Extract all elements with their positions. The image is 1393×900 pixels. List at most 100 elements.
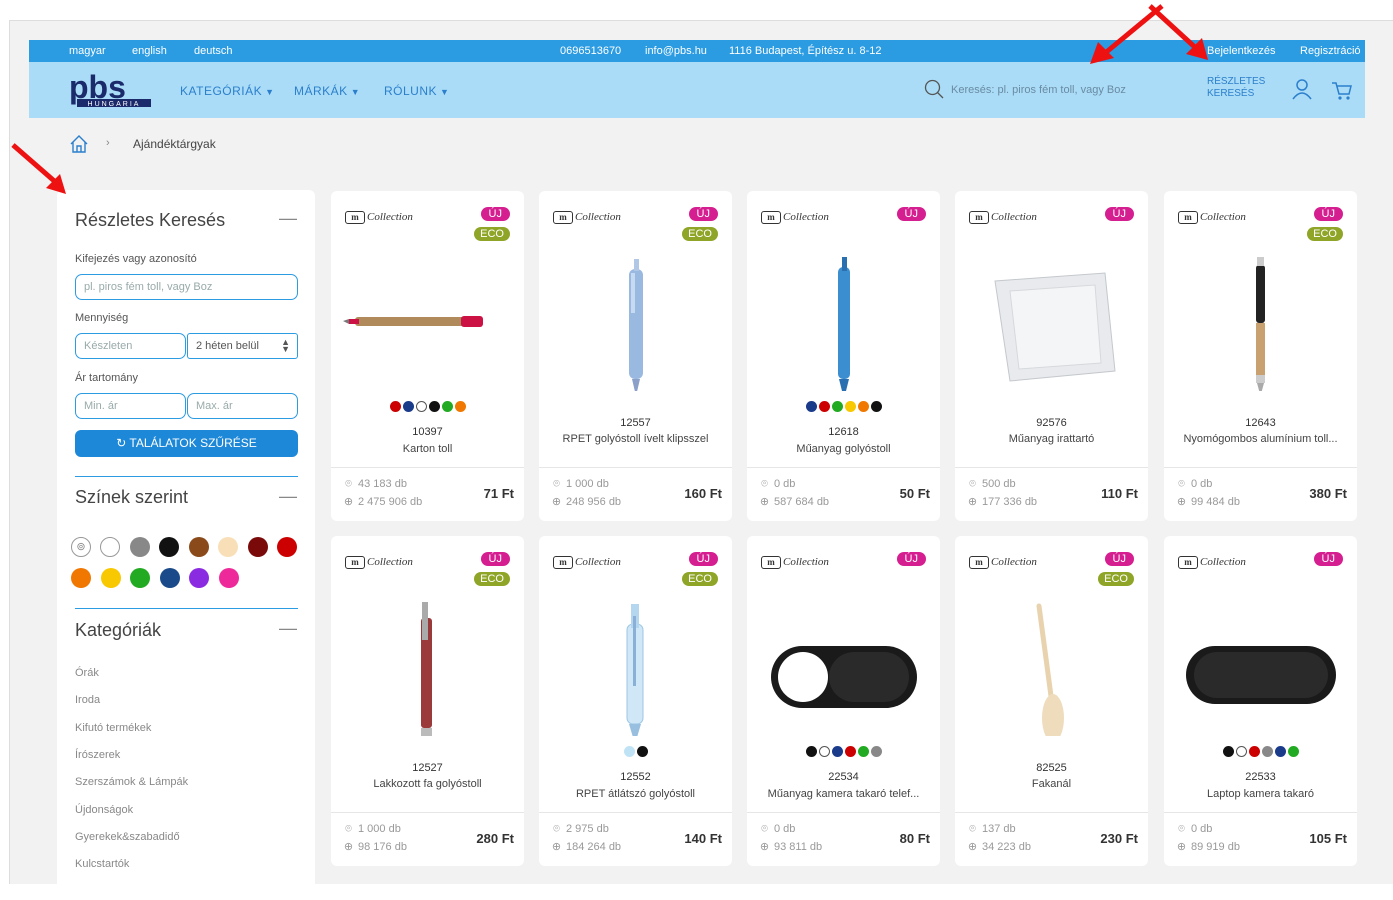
collapse-colors-button[interactable]: — (279, 486, 297, 507)
nav-brands[interactable]: MÁRKÁK ▼ (294, 84, 360, 98)
color-dot[interactable] (857, 746, 869, 758)
home-icon[interactable] (69, 134, 89, 154)
product-card[interactable]: m Collection ÚJ 92576 Műanyag irattartó ⌾ 500 … (955, 191, 1148, 521)
color-dot[interactable] (805, 401, 817, 413)
color-dot[interactable] (1248, 746, 1260, 758)
login-link[interactable]: Bejelentkezés (1207, 45, 1276, 57)
color-dot[interactable] (1261, 746, 1273, 758)
color-swatch[interactable] (247, 537, 268, 557)
product-card[interactable]: m Collection ÚJ ECO 12552 RPET átlátszó golyó… (539, 536, 732, 866)
color-swatch[interactable] (100, 537, 120, 557)
product-image[interactable] (747, 596, 940, 736)
quantity-select[interactable]: 2 héten belül ▲ ▼ (187, 333, 298, 359)
lang-english-link[interactable]: english (132, 45, 167, 57)
register-link[interactable]: Regisztráció (1300, 45, 1361, 57)
product-image[interactable] (1164, 596, 1357, 736)
email-link[interactable]: info@pbs.hu (645, 45, 707, 57)
search-icon[interactable] (924, 79, 944, 99)
product-card[interactable]: m Collection ÚJ 22533 Laptop kamera takaró ⌾ 0… (1164, 536, 1357, 866)
filter-results-button[interactable]: ↻ TALÁLATOK SZŰRÉSE (75, 430, 298, 457)
category-item[interactable]: Órák (75, 667, 99, 679)
product-card[interactable]: m Collection ÚJ 12618 Műanyag golyóstoll ⌾ 0 d… (747, 191, 940, 521)
color-dot[interactable] (1235, 746, 1247, 758)
detailed-search-link[interactable]: RÉSZLETES KERESÉS (1207, 76, 1277, 100)
color-dot[interactable] (402, 401, 414, 413)
category-item[interactable]: Írószerek (75, 749, 120, 761)
category-item[interactable]: Szerszámok & Lámpák (75, 776, 188, 788)
category-item[interactable]: Újdonságok (75, 804, 133, 816)
product-name[interactable]: Műanyag golyóstoll (751, 443, 936, 455)
product-name[interactable]: Műanyag irattartó (959, 433, 1144, 445)
product-name[interactable]: RPET golyóstoll ívelt klipsszel (543, 433, 728, 445)
search-input[interactable] (951, 78, 1181, 102)
color-dot[interactable] (831, 401, 843, 413)
color-swatch[interactable] (130, 568, 150, 588)
color-dot[interactable] (870, 401, 882, 413)
product-image[interactable] (331, 596, 524, 736)
color-dot[interactable] (1274, 746, 1286, 758)
product-name[interactable]: Laptop kamera takaró (1168, 788, 1353, 800)
lang-hungarian-link[interactable]: magyar (69, 45, 106, 57)
product-image[interactable] (539, 596, 732, 736)
color-dot[interactable] (1287, 746, 1299, 758)
product-image[interactable] (539, 251, 732, 391)
product-image[interactable] (955, 251, 1148, 391)
max-price-input[interactable] (187, 393, 298, 419)
product-image[interactable] (955, 596, 1148, 736)
product-image[interactable] (747, 251, 940, 391)
color-swatch[interactable] (277, 537, 297, 557)
min-price-input[interactable] (75, 393, 186, 419)
quantity-input[interactable] (75, 333, 186, 359)
color-dot[interactable] (623, 746, 635, 758)
product-name[interactable]: RPET átlátszó golyóstoll (543, 788, 728, 800)
color-dot[interactable] (818, 401, 830, 413)
product-card[interactable]: m Collection ÚJ ECO 12643 Nyomógombos alumíni… (1164, 191, 1357, 521)
product-name[interactable]: Karton toll (335, 443, 520, 455)
color-dot[interactable] (818, 746, 830, 758)
product-name[interactable]: Műanyag kamera takaró telef... (751, 788, 936, 800)
color-swatch[interactable] (71, 568, 91, 588)
color-dot[interactable] (389, 401, 401, 413)
category-item[interactable]: Kulcstartók (75, 858, 129, 870)
category-item[interactable]: Gyerekek&szabadidő (75, 831, 180, 843)
color-swatch[interactable] (100, 568, 121, 588)
product-name[interactable]: Nyomógombos alumínium toll... (1168, 433, 1353, 445)
cart-icon[interactable] (1331, 80, 1353, 102)
color-dot[interactable] (870, 746, 882, 758)
color-dot[interactable] (441, 401, 453, 413)
nav-about[interactable]: RÓLUNK ▼ (384, 84, 449, 98)
collapse-categories-button[interactable]: — (279, 618, 297, 639)
all-colors-icon[interactable]: ⊚ (71, 537, 91, 557)
color-swatch[interactable] (218, 568, 239, 588)
user-icon[interactable] (1291, 78, 1313, 100)
color-dot[interactable] (831, 746, 843, 758)
collapse-detailed-button[interactable]: — (279, 208, 297, 229)
lang-german-link[interactable]: deutsch (194, 45, 233, 57)
color-dot[interactable] (454, 401, 466, 413)
color-dot[interactable] (844, 401, 856, 413)
color-swatch[interactable] (218, 537, 238, 557)
color-swatch[interactable] (188, 537, 209, 557)
keyword-input[interactable] (75, 274, 298, 300)
product-card[interactable]: m Collection ÚJ ECO 10397 Karton toll ⌾ 43 183 … (331, 191, 524, 521)
color-dot[interactable] (1222, 746, 1234, 758)
product-name[interactable]: Lakkozott fa golyóstoll (335, 778, 520, 790)
category-item[interactable]: Kifutó termékek (75, 722, 151, 734)
pbs-logo[interactable]: pbs HUNGARIA (69, 71, 153, 109)
product-image[interactable] (1164, 251, 1357, 391)
color-dot[interactable] (415, 401, 427, 413)
color-dot[interactable] (857, 401, 869, 413)
product-name[interactable]: Fakanál (959, 778, 1144, 790)
category-item[interactable]: Iroda (75, 694, 100, 706)
product-card[interactable]: m Collection ÚJ ECO 12527 Lakkozott fa golyós… (331, 536, 524, 866)
color-dot[interactable] (428, 401, 440, 413)
color-dot[interactable] (636, 746, 648, 758)
product-card[interactable]: m Collection ÚJ 22534 Műanyag kamera takaró … (747, 536, 940, 866)
color-swatch[interactable] (129, 537, 150, 557)
product-image[interactable] (331, 251, 524, 391)
product-card[interactable]: m Collection ÚJ ECO 82525 Fakanál ⌾ 137 db ⊕ 34 2… (955, 536, 1148, 866)
color-dot[interactable] (844, 746, 856, 758)
phone-link[interactable]: 0696513670 (560, 45, 621, 57)
color-dot[interactable] (805, 746, 817, 758)
product-card[interactable]: m Collection ÚJ ECO 12557 RPET golyóstoll íve… (539, 191, 732, 521)
